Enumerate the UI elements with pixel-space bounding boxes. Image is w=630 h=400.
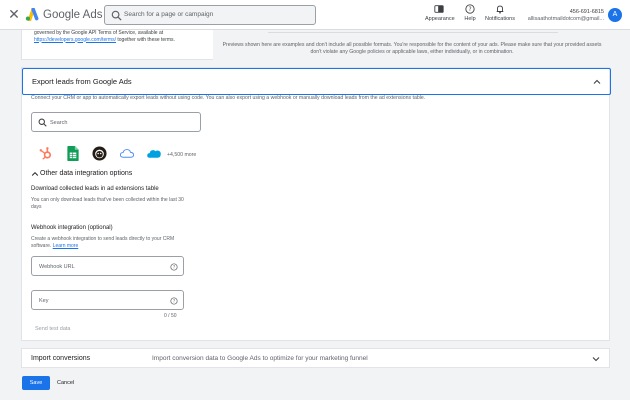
close-icon[interactable]: ✕ — [7, 7, 21, 21]
integration-search-placeholder: Search — [50, 120, 68, 126]
top-app-bar: ✕ Google Ads Search for a page or campai… — [0, 0, 630, 30]
appearance-button[interactable]: Appearance — [425, 4, 455, 26]
export-leads-title: Export leads from Google Ads — [32, 77, 132, 86]
account-info[interactable]: 456-691-6815 allisaathotmaildotcom@gmail… — [524, 9, 604, 22]
terms-text-part-1: governed by the Google API Terms of Serv… — [34, 30, 164, 36]
account-phone: 456-691-6815 — [569, 9, 604, 15]
help-icon[interactable]: ? — [170, 297, 178, 305]
search-icon — [38, 118, 47, 127]
help-label: Help — [464, 16, 476, 22]
api-terms-text: governed by the Google API Terms of Serv… — [34, 30, 204, 43]
hubspot-icon[interactable] — [38, 146, 53, 161]
key-placeholder: Key — [39, 298, 49, 304]
help-icon: ? — [465, 4, 475, 14]
export-leads-description: Connect your CRM or app to automatically… — [31, 95, 426, 101]
preview-panel: Previews shown here are examples and don… — [213, 30, 611, 60]
account-email: allisaathotmaildotcom@gmail... — [527, 16, 604, 22]
preview-disclaimer: Previews shown here are examples and don… — [222, 42, 602, 55]
mailchimp-icon[interactable] — [92, 146, 107, 161]
bell-icon — [496, 5, 504, 14]
help-button[interactable]: ? Help — [460, 4, 480, 26]
terms-text-part-2: together with these terms. — [117, 36, 175, 43]
chevron-up-icon — [31, 171, 39, 176]
download-leads-title[interactable]: Download collected leads in ad extension… — [31, 186, 159, 192]
svg-text:?: ? — [468, 7, 471, 13]
search-placeholder: Search for a page or campaign — [124, 11, 214, 18]
import-conversions-card[interactable]: Import conversions Import conversion dat… — [21, 348, 610, 368]
avatar[interactable]: A — [608, 8, 622, 22]
notifications-button[interactable]: Notifications — [484, 4, 516, 26]
webhook-integration-description: Create a webhook integration to send lea… — [31, 236, 191, 249]
webhook-url-placeholder: Webhook URL — [39, 264, 75, 270]
key-char-counter: 0 / 50 — [164, 313, 177, 319]
send-test-data-button[interactable]: Send test data — [35, 326, 70, 332]
google-ads-logo-icon — [25, 8, 39, 21]
appearance-label: Appearance — [425, 16, 455, 22]
cancel-button[interactable]: Cancel — [57, 376, 74, 390]
webhook-integration-title: Webhook integration (optional) — [31, 225, 113, 231]
global-search-input[interactable]: Search for a page or campaign — [104, 5, 316, 25]
cloud-icon[interactable] — [119, 146, 135, 161]
export-leads-card: Export leads from Google Ads Connect you… — [21, 67, 611, 341]
help-icon[interactable]: ? — [170, 263, 178, 271]
export-leads-header[interactable]: Export leads from Google Ads — [22, 68, 611, 95]
save-button[interactable]: Save — [22, 376, 50, 390]
preview-frame — [268, 30, 558, 33]
terms-link[interactable]: https://developers.google.com/terms/ — [34, 37, 116, 43]
chevron-up-icon[interactable] — [592, 77, 602, 87]
appearance-icon — [434, 5, 444, 13]
notifications-label: Notifications — [485, 16, 515, 22]
import-conversions-description: Import conversion data to Google Ads to … — [152, 355, 368, 362]
chevron-down-icon[interactable] — [591, 354, 601, 364]
salesforce-icon[interactable] — [146, 146, 162, 161]
other-integration-options-label: Other data integration options — [40, 170, 133, 177]
more-integrations-link[interactable]: +4,500 more — [167, 152, 196, 158]
learn-more-link[interactable]: Learn more — [53, 243, 79, 249]
webhook-url-field[interactable]: Webhook URL ? — [31, 256, 184, 276]
search-icon — [111, 10, 122, 21]
integration-search-input[interactable]: Search — [31, 112, 201, 132]
import-conversions-title: Import conversions — [31, 355, 91, 362]
brand-name: Google Ads — [43, 9, 103, 21]
key-field[interactable]: Key ? — [31, 290, 184, 310]
previous-section-card: governed by the Google API Terms of Serv… — [21, 30, 611, 60]
google-sheets-icon[interactable] — [67, 146, 79, 161]
download-leads-description: You can only download leads that've been… — [31, 197, 184, 210]
